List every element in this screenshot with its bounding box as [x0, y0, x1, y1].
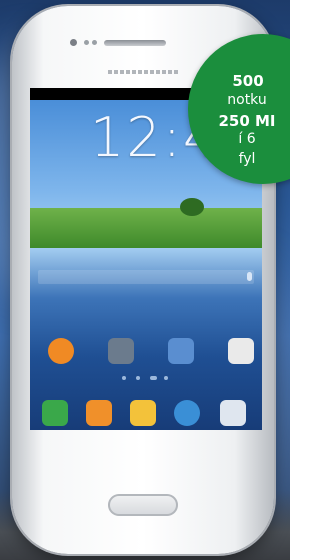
apps-icon	[220, 400, 246, 426]
promo-line-5: fyl	[238, 151, 256, 167]
messaging-icon	[130, 400, 156, 426]
page-dot	[136, 376, 140, 380]
earpiece-speaker	[104, 40, 166, 46]
page-dot	[122, 376, 126, 380]
page-indicator	[122, 376, 172, 382]
page-dot	[164, 376, 168, 380]
product-photo: 12:4 500 notku 250 MI í 6 fyl	[0, 0, 290, 560]
camera-icon	[108, 338, 134, 364]
front-camera	[70, 39, 77, 46]
promo-line-2: notku	[227, 92, 267, 108]
wallpaper-tree	[180, 198, 204, 216]
brand-logo	[108, 70, 178, 74]
contacts-icon	[86, 400, 112, 426]
chaton-icon	[48, 338, 74, 364]
gallery-icon	[168, 338, 194, 364]
wallpaper-grass	[30, 208, 262, 248]
promo-line-1: 500	[232, 72, 264, 90]
search-widget	[38, 270, 254, 284]
page-dot-active	[150, 376, 157, 380]
internet-icon	[174, 400, 200, 426]
home-button	[108, 494, 178, 516]
play-store-icon	[228, 338, 254, 364]
promo-line-4: í 6	[238, 131, 256, 147]
light-sensor	[92, 40, 97, 45]
proximity-sensor	[84, 40, 89, 45]
promo-line-3: 250 MI	[218, 112, 276, 130]
phone-icon	[42, 400, 68, 426]
mic-icon	[247, 272, 252, 281]
